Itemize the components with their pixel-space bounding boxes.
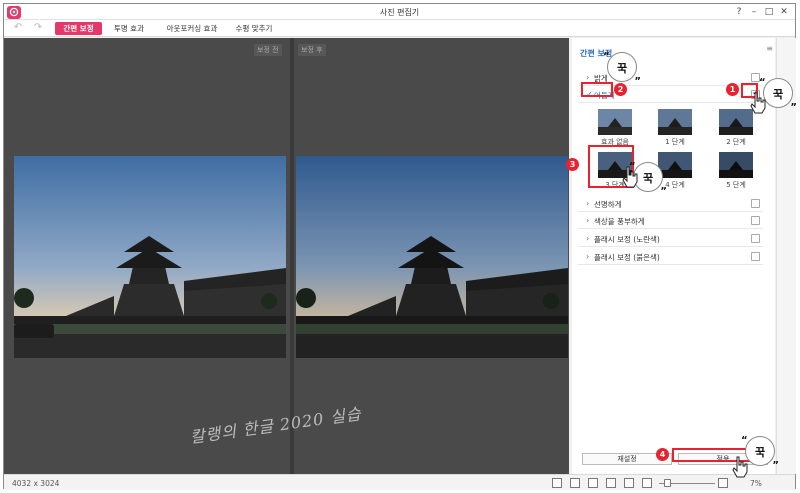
step-1-badge: 1 (726, 83, 739, 96)
chevron-right-icon: › (586, 73, 590, 82)
bubble-close-quote: ” (660, 186, 667, 197)
chevron-right-icon: › (586, 234, 590, 243)
level-thumbnail[interactable] (598, 109, 632, 135)
fit-window-icon[interactable] (624, 478, 634, 488)
actual-size-icon[interactable] (606, 478, 616, 488)
press-bubble: “ 꾹 ” (741, 435, 779, 471)
bubble-close-quote: ” (772, 460, 779, 471)
option-sharpen[interactable]: › 선명하게 (578, 196, 763, 212)
level-thumbnail[interactable] (658, 109, 692, 135)
tab-level-horizon[interactable]: 수평 맞추기 (228, 22, 280, 35)
option-checkbox[interactable] (751, 234, 760, 243)
before-label: 보정 전 (254, 44, 282, 56)
option-label: 색상을 풍부하게 (594, 217, 645, 226)
help-button[interactable]: ? (733, 6, 745, 18)
step-2-badge: 2 (614, 83, 627, 96)
option-checkbox[interactable] (751, 252, 760, 261)
chevron-right-icon: › (586, 216, 590, 225)
level-label: 5 단계 (726, 181, 746, 189)
tab-transparency[interactable]: 투명 효과 (106, 22, 152, 35)
step-4-badge: 4 (656, 448, 669, 461)
step-3-badge: 3 (566, 158, 579, 171)
window-title: 사진 편집기 (379, 8, 420, 17)
toolbar: ↶ ↷ 간편 보정 투명 효과 아웃포커싱 효과 수평 맞추기 (4, 20, 795, 37)
after-label: 보정 후 (298, 44, 326, 56)
tab-quick-correction[interactable]: 간편 보정 (55, 22, 102, 35)
single-view-icon[interactable] (552, 478, 562, 488)
before-photo (14, 156, 286, 358)
option-checkbox[interactable] (751, 216, 760, 225)
zoom-slider-thumb[interactable] (664, 479, 671, 487)
panel-menu-icon[interactable]: ≡ (766, 44, 773, 53)
option-label: 선명하게 (594, 200, 622, 209)
status-bar: 4032 x 3024 7% (4, 474, 795, 490)
zoom-out-icon[interactable] (642, 478, 652, 488)
chevron-right-icon: › (586, 199, 590, 208)
option-label: 플래시 보정 (노란색) (594, 235, 660, 244)
watermark-text: 칼랭의 한글 2020 실습 (188, 404, 363, 447)
maximize-button[interactable]: □ (763, 6, 775, 18)
hand-cursor-icon (750, 92, 766, 114)
option-checkbox[interactable] (751, 199, 760, 208)
level-label: 2 단계 (726, 138, 746, 146)
bubble-text: 꾹 (616, 62, 628, 75)
hand-cursor-icon (622, 166, 638, 188)
bubble-text: 꾹 (754, 446, 766, 459)
image-canvas: 보정 전 보정 후 칼랭의 한글 2020 실습 (4, 38, 569, 474)
level-label: 1 단계 (665, 138, 685, 146)
zoom-in-icon[interactable] (718, 478, 728, 488)
bubble-close-quote: ” (634, 76, 641, 87)
option-flash-red[interactable]: › 플래시 보정 (붉은색) (578, 249, 763, 265)
split-horizontal-icon[interactable] (570, 478, 580, 488)
zoom-level: 7% (750, 479, 762, 488)
minimize-button[interactable]: – (748, 6, 760, 18)
bubble-close-quote: ” (790, 102, 797, 113)
redo-icon[interactable]: ↷ (32, 22, 44, 34)
split-vertical-icon[interactable] (588, 478, 598, 488)
press-bubble: “ 꾹 ” (603, 51, 641, 87)
option-label: 플래시 보정 (붉은색) (594, 253, 660, 262)
title-bar: 사진 편집기 ? – □ ✕ (4, 4, 795, 20)
level-thumbnail[interactable] (658, 152, 692, 178)
quick-correction-panel: ≡ 간편 보정 › 밝게 ✓ 어둡게 효과 없음 1 단계 2 단계 3 단계 (572, 38, 775, 474)
option-saturate[interactable]: › 색상을 풍부하게 (578, 213, 763, 229)
press-bubble: “ 꾹 ” (759, 77, 797, 113)
chevron-right-icon: › (586, 252, 590, 261)
photo-editor-window: 사진 편집기 ? – □ ✕ ↶ ↷ 간편 보정 투명 효과 아웃포커싱 효과 … (3, 3, 796, 490)
image-size: 4032 x 3024 (12, 479, 60, 488)
close-button[interactable]: ✕ (778, 6, 790, 18)
highlight-darken-option (581, 82, 613, 97)
tab-outfocusing[interactable]: 아웃포커싱 효과 (156, 22, 228, 35)
level-thumbnail[interactable] (719, 109, 753, 135)
level-thumbnail[interactable] (719, 152, 753, 178)
hand-cursor-icon (732, 456, 748, 478)
option-flash-yellow[interactable]: › 플래시 보정 (노란색) (578, 231, 763, 247)
undo-icon[interactable]: ↶ (12, 22, 24, 34)
bubble-text: 꾹 (772, 88, 784, 101)
after-photo (296, 156, 568, 358)
